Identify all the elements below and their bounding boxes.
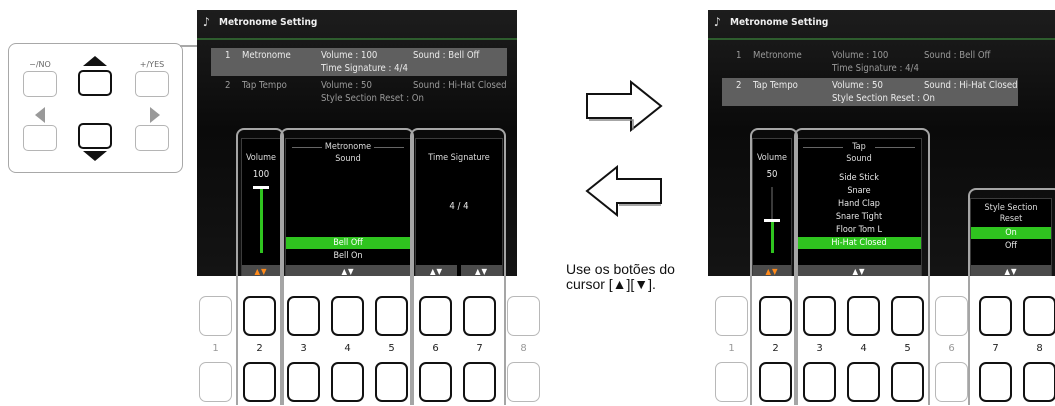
cursor-up-button[interactable] — [78, 70, 112, 96]
button-number-1: 1 — [212, 343, 219, 354]
metronome-icon: ♪ — [714, 15, 721, 29]
button-number-2: 2 — [256, 343, 263, 354]
lower-button-2[interactable] — [243, 362, 276, 402]
upper-button-7[interactable] — [979, 296, 1012, 336]
lower-button-2[interactable] — [759, 362, 792, 402]
upper-button-4[interactable] — [331, 296, 364, 336]
row-number: 2 — [225, 80, 231, 91]
lower-button-5[interactable] — [891, 362, 924, 402]
lower-button-1[interactable] — [715, 362, 748, 402]
button-number-8: 8 — [1036, 343, 1043, 354]
up-arrow-icon — [83, 56, 107, 66]
lower-button-7[interactable] — [979, 362, 1012, 402]
caption-text: Use os botões do cursor [▲][▼]. — [566, 261, 675, 292]
row-name: Metronome — [242, 50, 291, 61]
lower-button-8[interactable] — [507, 362, 540, 402]
lower-button-6[interactable] — [419, 362, 452, 402]
menu-row-metronome[interactable]: 1 Metronome Volume : 100 Sound : Bell Of… — [722, 48, 1018, 76]
upper-button-8[interactable] — [1023, 296, 1055, 336]
no-button[interactable] — [23, 71, 57, 97]
row-sound: Sound : Hi-Hat Closed — [413, 80, 507, 91]
upper-button-6[interactable] — [935, 296, 968, 336]
row-sound: Sound : Bell Off — [924, 50, 991, 61]
title-bar: ♪ Metronome Setting — [708, 10, 1055, 40]
metronome-icon: ♪ — [203, 15, 210, 29]
upper-button-4[interactable] — [847, 296, 880, 336]
lower-button-1[interactable] — [199, 362, 232, 402]
button-number-5: 5 — [904, 343, 911, 354]
button-number-2: 2 — [772, 343, 779, 354]
lower-button-3[interactable] — [287, 362, 320, 402]
yes-button[interactable] — [135, 71, 169, 97]
row-number: 1 — [736, 50, 742, 61]
upper-button-5[interactable] — [375, 296, 408, 336]
screen-title: Metronome Setting — [219, 17, 318, 28]
upper-button-7[interactable] — [463, 296, 496, 336]
upper-button-1[interactable] — [199, 296, 232, 336]
row-time-signature: Time Signature : 4/4 — [832, 63, 919, 74]
upper-button-3[interactable] — [803, 296, 836, 336]
row-volume: Volume : 100 — [321, 50, 378, 61]
upper-button-5[interactable] — [891, 296, 924, 336]
row-volume: Volume : 50 — [832, 80, 883, 91]
button-number-7: 7 — [992, 343, 999, 354]
row-style-section-reset: Style Section Reset : On — [832, 93, 935, 104]
row-number: 2 — [736, 80, 742, 91]
upper-button-2[interactable] — [243, 296, 276, 336]
button-number-4: 4 — [860, 343, 867, 354]
button-number-6: 6 — [432, 343, 439, 354]
button-number-7: 7 — [476, 343, 483, 354]
screen-title: Metronome Setting — [730, 17, 829, 28]
button-number-6: 6 — [948, 343, 955, 354]
title-bar: ♪ Metronome Setting — [197, 10, 517, 40]
down-arrow-icon — [83, 151, 107, 161]
lower-button-4[interactable] — [847, 362, 880, 402]
menu-row-tap-tempo[interactable]: 2 Tap Tempo Volume : 50 Sound : Hi-Hat C… — [211, 78, 507, 106]
cursor-pad: −/NO +/YES — [8, 43, 183, 173]
menu-row-tap-tempo[interactable]: 2 Tap Tempo Volume : 50 Sound : Hi-Hat C… — [722, 78, 1018, 106]
right-arrow-icon — [150, 107, 160, 123]
menu-row-metronome[interactable]: 1 Metronome Volume : 100 Sound : Bell Of… — [211, 48, 507, 76]
lower-button-8[interactable] — [1023, 362, 1055, 402]
upper-button-6[interactable] — [419, 296, 452, 336]
upper-button-1[interactable] — [715, 296, 748, 336]
right-arrow-icon — [586, 80, 663, 132]
row-sound: Sound : Bell Off — [413, 50, 480, 61]
row-number: 1 — [225, 50, 231, 61]
lower-button-5[interactable] — [375, 362, 408, 402]
row-style-section-reset: Style Section Reset : On — [321, 93, 424, 104]
button-number-5: 5 — [388, 343, 395, 354]
row-sound: Sound : Hi-Hat Closed — [924, 80, 1018, 91]
button-number-4: 4 — [344, 343, 351, 354]
row-name: Metronome — [753, 50, 802, 61]
upper-button-2[interactable] — [759, 296, 792, 336]
lower-button-4[interactable] — [331, 362, 364, 402]
row-name: Tap Tempo — [242, 80, 287, 91]
button-number-3: 3 — [300, 343, 307, 354]
left-arrow-icon — [585, 165, 662, 217]
yes-label: +/YES — [139, 60, 165, 69]
row-volume: Volume : 100 — [832, 50, 889, 61]
button-number-3: 3 — [816, 343, 823, 354]
lower-button-3[interactable] — [803, 362, 836, 402]
button-number-8: 8 — [520, 343, 527, 354]
lower-button-7[interactable] — [463, 362, 496, 402]
row-name: Tap Tempo — [753, 80, 798, 91]
cursor-right-button[interactable] — [135, 125, 169, 151]
button-number-1: 1 — [728, 343, 735, 354]
cursor-down-button[interactable] — [78, 123, 112, 149]
no-label: −/NO — [29, 60, 51, 69]
lower-button-6[interactable] — [935, 362, 968, 402]
upper-button-3[interactable] — [287, 296, 320, 336]
row-volume: Volume : 50 — [321, 80, 372, 91]
cursor-left-button[interactable] — [23, 125, 57, 151]
left-arrow-icon — [35, 107, 45, 123]
upper-button-8[interactable] — [507, 296, 540, 336]
row-time-signature: Time Signature : 4/4 — [321, 63, 408, 74]
